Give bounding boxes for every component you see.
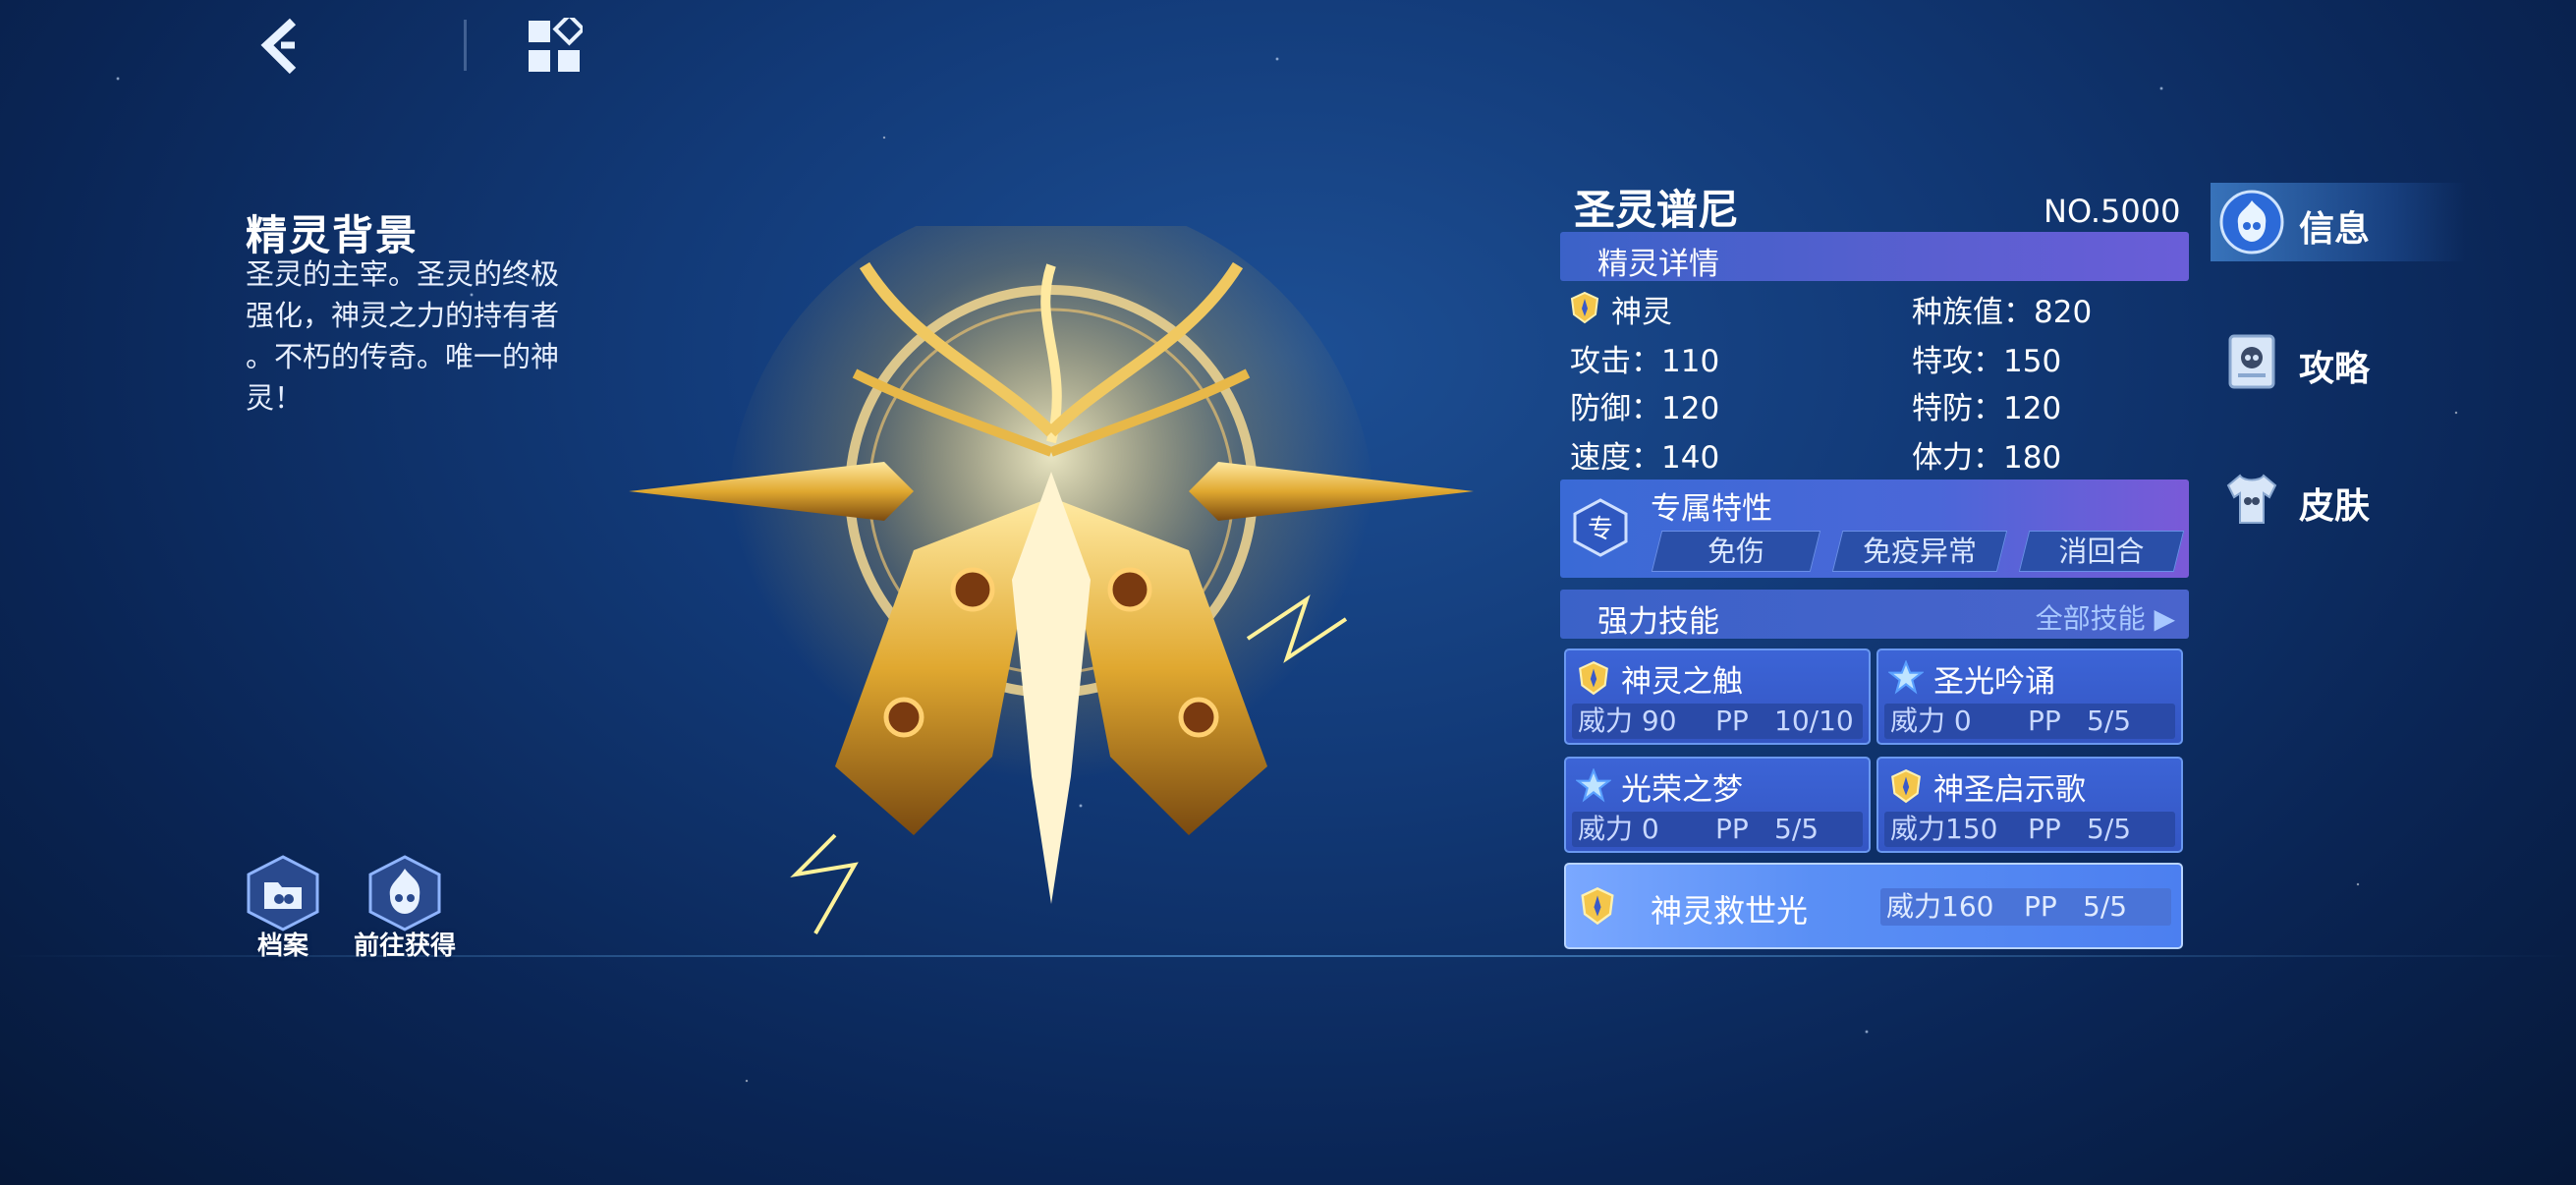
- stat-attack: 攻击：110: [1570, 344, 1720, 379]
- skill-name: 神圣启示歌: [1933, 772, 2086, 808]
- skills-title: 强力技能: [1597, 604, 1719, 640]
- pet-name: 圣灵谱尼: [1574, 186, 1740, 234]
- skill-pp-label: PP: [1715, 813, 1749, 845]
- grid-menu-icon: [529, 12, 587, 72]
- back-button[interactable]: [253, 16, 312, 77]
- pet-number: NO.5000: [2044, 193, 2181, 230]
- background-line: 圣灵的主宰。圣灵的终极: [246, 257, 560, 291]
- ultimate-skill-card[interactable]: 神灵救世光 威力160 PP 5/5: [1564, 863, 2183, 949]
- race-value: 种族值：820: [1912, 295, 2093, 330]
- skill-card[interactable]: 神圣启示歌 威力150 PP 5/5: [1876, 757, 2183, 853]
- skill-pp-label: PP: [2024, 890, 2057, 923]
- details-title: 精灵详情: [1597, 247, 1719, 282]
- golden-spirit-artwork: [619, 197, 1484, 953]
- grid-menu-button[interactable]: [526, 12, 587, 75]
- skills-header: 强力技能 全部技能 ▶: [1560, 590, 2189, 640]
- back-chevron-icon: [260, 18, 297, 75]
- obtain-button[interactable]: 前往获得: [350, 855, 460, 962]
- background-line: 。不朽的传奇。唯一的神: [246, 340, 560, 373]
- skill-pp: 5/5: [2083, 890, 2128, 923]
- stat-speed: 速度：140: [1570, 440, 1720, 476]
- tab-skin[interactable]: 皮肤: [2211, 460, 2466, 538]
- background-line: 强化，神灵之力的持有者: [246, 299, 560, 332]
- skill-power: 威力 90: [1578, 705, 1677, 737]
- tab-skin-label: 皮肤: [2299, 486, 2371, 527]
- skill-pp: 5/5: [1774, 813, 1820, 845]
- skill-pp-label: PP: [2028, 813, 2061, 845]
- trait-chip[interactable]: 消回合: [2018, 531, 2185, 572]
- skill-pp: 10/10: [1774, 705, 1854, 737]
- guide-book-icon: [2228, 334, 2275, 389]
- tab-info-label: 信息: [2299, 209, 2371, 250]
- skill-stats: 威力 0 PP 5/5: [1884, 704, 2175, 739]
- stat-defense: 防御：120: [1570, 391, 1720, 426]
- flame-mascot-icon: [368, 855, 441, 931]
- exclusive-badge-icon: 专: [1573, 498, 1628, 557]
- ultimate-skill-stats: 威力160 PP 5/5: [1880, 888, 2171, 926]
- skill-power: 威力 0: [1578, 813, 1659, 845]
- stat-special-defense: 特防：120: [1912, 391, 2062, 426]
- skill-card[interactable]: 光荣之梦 威力 0 PP 5/5: [1564, 757, 1871, 853]
- tab-info[interactable]: 信息: [2211, 183, 2466, 261]
- skill-stats: 威力 90 PP 10/10: [1572, 704, 1863, 739]
- holy-star-icon: [1576, 768, 1611, 803]
- divine-type-icon: [1579, 660, 1608, 696]
- shirt-icon: [2226, 474, 2277, 524]
- skill-card[interactable]: 神灵之触 威力 90 PP 10/10: [1564, 649, 1871, 745]
- skill-pp-label: PP: [2028, 705, 2061, 737]
- exclusive-traits-panel: 专 专属特性 免伤 免疫异常 消回合: [1560, 480, 2189, 578]
- skill-power: 威力160: [1886, 890, 1994, 923]
- skill-pp-label: PP: [1715, 705, 1749, 737]
- stat-special-attack: 特攻：150: [1912, 344, 2062, 379]
- skill-stats: 威力150 PP 5/5: [1884, 812, 2175, 847]
- divine-type-icon: [1891, 768, 1921, 804]
- background-line: 灵！: [246, 381, 304, 415]
- skill-pp: 5/5: [2087, 813, 2132, 845]
- exclusive-badge-text: 专: [1588, 515, 1613, 544]
- nav-divider: [464, 20, 467, 71]
- archive-button[interactable]: 档案: [244, 855, 322, 962]
- flame-face-icon: [2219, 190, 2284, 254]
- divine-type-icon: [1570, 291, 1599, 324]
- skill-name: 光荣之梦: [1621, 772, 1743, 808]
- details-header: 精灵详情: [1560, 232, 2189, 282]
- skill-name: 神灵之触: [1621, 664, 1743, 700]
- stat-hp: 体力：180: [1912, 440, 2062, 476]
- archive-folder-icon: [247, 855, 319, 931]
- skill-power: 威力 0: [1890, 705, 1972, 737]
- holy-star-icon: [1888, 660, 1924, 695]
- tab-guide[interactable]: 攻略: [2211, 322, 2466, 401]
- traits-title: 专属特性: [1651, 491, 1772, 527]
- ultimate-skill-name: 神灵救世光: [1651, 892, 1809, 930]
- skill-card[interactable]: 圣光吟诵 威力 0 PP 5/5: [1876, 649, 2183, 745]
- background-description: 圣灵的主宰。圣灵的终极 强化，神灵之力的持有者 。不朽的传奇。唯一的神 灵！: [246, 254, 580, 419]
- skill-stats: 威力 0 PP 5/5: [1572, 812, 1863, 847]
- tab-guide-label: 攻略: [2299, 349, 2371, 389]
- skill-power: 威力150: [1890, 813, 1998, 845]
- pet-type: 神灵: [1611, 295, 1672, 330]
- trait-chip[interactable]: 免伤: [1651, 531, 1821, 572]
- divine-type-icon: [1581, 887, 1614, 926]
- skill-name: 圣光吟诵: [1933, 664, 2055, 700]
- trait-chip[interactable]: 免疫异常: [1831, 531, 2008, 572]
- all-skills-link[interactable]: 全部技能 ▶: [2036, 597, 2175, 637]
- skill-pp: 5/5: [2087, 705, 2132, 737]
